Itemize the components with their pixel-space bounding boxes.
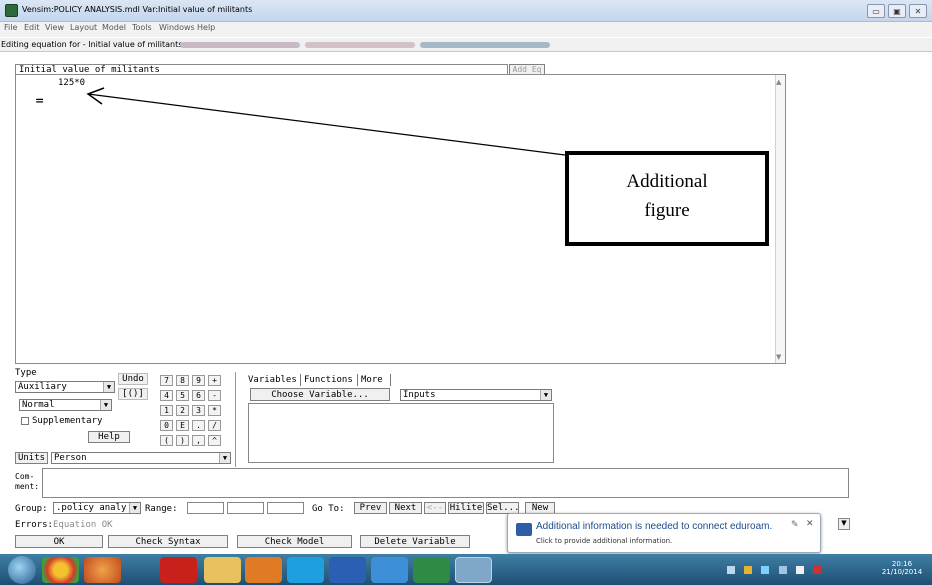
hilite-button[interactable]: Hilite [448,502,484,514]
prev-button[interactable]: Prev [354,502,387,514]
vensim-task-icon[interactable] [455,557,492,583]
subtype-value: Normal [22,400,55,410]
excel-icon[interactable] [413,557,450,583]
type-label: Type [15,368,37,378]
key-comma[interactable]: , [192,435,205,446]
word-icon[interactable] [329,557,366,583]
type-value: Auxiliary [18,382,67,392]
units-button[interactable]: Units [15,452,48,464]
chrome-icon[interactable] [42,557,79,583]
comment-label-line2: ment: [15,482,40,491]
errors-label: Errors: [15,520,53,530]
key-7[interactable]: 7 [160,375,173,386]
key-dot[interactable]: . [192,420,205,431]
group-value: .policy analy [56,503,127,513]
inputs-combo[interactable]: Inputs ▼ [400,389,552,401]
key-plus[interactable]: + [208,375,221,386]
type-combo[interactable]: Auxiliary ▼ [15,381,115,393]
key-3[interactable]: 3 [192,405,205,416]
clock-time: 20:16 [891,560,913,568]
help-button[interactable]: Help [88,431,130,443]
key-6[interactable]: 6 [192,390,205,401]
subtype-combo[interactable]: Normal ▼ [19,399,112,411]
brackets-button[interactable]: [()] [118,388,148,400]
errors-chevron-down-icon[interactable]: ▼ [838,518,850,530]
inputs-value: Inputs [403,390,436,400]
key-1[interactable]: 1 [160,405,173,416]
key-2[interactable]: 2 [176,405,189,416]
check-syntax-button[interactable]: Check Syntax [108,535,228,548]
choose-variable-button[interactable]: Choose Variable... [250,388,390,401]
units-value: Person [54,453,87,463]
variables-list[interactable] [248,403,554,463]
tab-functions[interactable]: Functions [304,375,353,385]
chevron-down-icon: ▼ [103,382,114,392]
notification-balloon[interactable]: Additional information is needed to conn… [507,513,821,553]
range-label: Range: [145,504,178,514]
key-minus[interactable]: - [208,390,221,401]
undo-button[interactable]: Undo [118,373,148,385]
group-combo[interactable]: .policy analy ▼ [53,502,141,514]
pin-icon[interactable]: ✎ [791,520,799,530]
tab-more[interactable]: More [361,375,383,385]
start-button-icon[interactable] [8,556,36,584]
notification-subtitle: Click to provide additional information. [536,537,673,545]
chevron-down-icon: ▼ [129,503,140,513]
chevron-down-icon: ▼ [219,453,230,463]
key-8[interactable]: 8 [176,375,189,386]
folder-icon[interactable] [204,557,241,583]
comment-field[interactable] [42,468,849,498]
skype-icon[interactable] [287,557,324,583]
next-button[interactable]: Next [389,502,422,514]
key-caret[interactable]: ^ [208,435,221,446]
media-player-icon[interactable] [245,557,282,583]
back-button[interactable]: <-- [424,502,446,514]
callout-line-1: Additional [626,171,708,192]
key-divide[interactable]: / [208,420,221,431]
ok-button[interactable]: OK [15,535,103,548]
key-multiply[interactable]: * [208,405,221,416]
acrobat-icon[interactable] [160,557,197,583]
tab-variables[interactable]: Variables [248,375,297,385]
goto-label: Go To: [312,504,345,514]
range-step-field[interactable] [267,502,304,514]
chevron-down-icon: ▼ [540,390,551,400]
check-model-button[interactable]: Check Model [237,535,352,548]
notification-title: Additional information is needed to conn… [536,521,773,532]
group-label: Group: [15,504,48,514]
key-4[interactable]: 4 [160,390,173,401]
range-min-field[interactable] [187,502,224,514]
key-open-paren[interactable]: ( [160,435,173,446]
clock[interactable]: 20:16 21/10/2014 [876,560,928,576]
key-close-paren[interactable]: ) [176,435,189,446]
clock-date: 21/10/2014 [881,568,923,576]
errors-value: Equation OK [53,520,113,530]
system-tray-icons[interactable] [727,566,877,574]
internet-explorer-icon[interactable] [371,557,408,583]
key-0[interactable]: 0 [160,420,173,431]
comment-label-line1: Com- [15,472,35,481]
chevron-down-icon: ▼ [100,400,111,410]
units-combo[interactable]: Person ▼ [51,452,231,464]
key-5[interactable]: 5 [176,390,189,401]
network-icon [516,523,532,536]
annotation-callout: Additional figure [565,151,769,246]
range-max-field[interactable] [227,502,264,514]
supplementary-label: Supplementary [32,416,103,426]
key-e[interactable]: E [176,420,189,431]
key-9[interactable]: 9 [192,375,205,386]
supplementary-checkbox[interactable] [21,417,29,425]
callout-line-2: figure [644,200,690,221]
notification-close-icon[interactable]: ✕ [806,519,814,529]
firefox-icon[interactable] [84,557,121,583]
delete-variable-button[interactable]: Delete Variable [360,535,470,548]
